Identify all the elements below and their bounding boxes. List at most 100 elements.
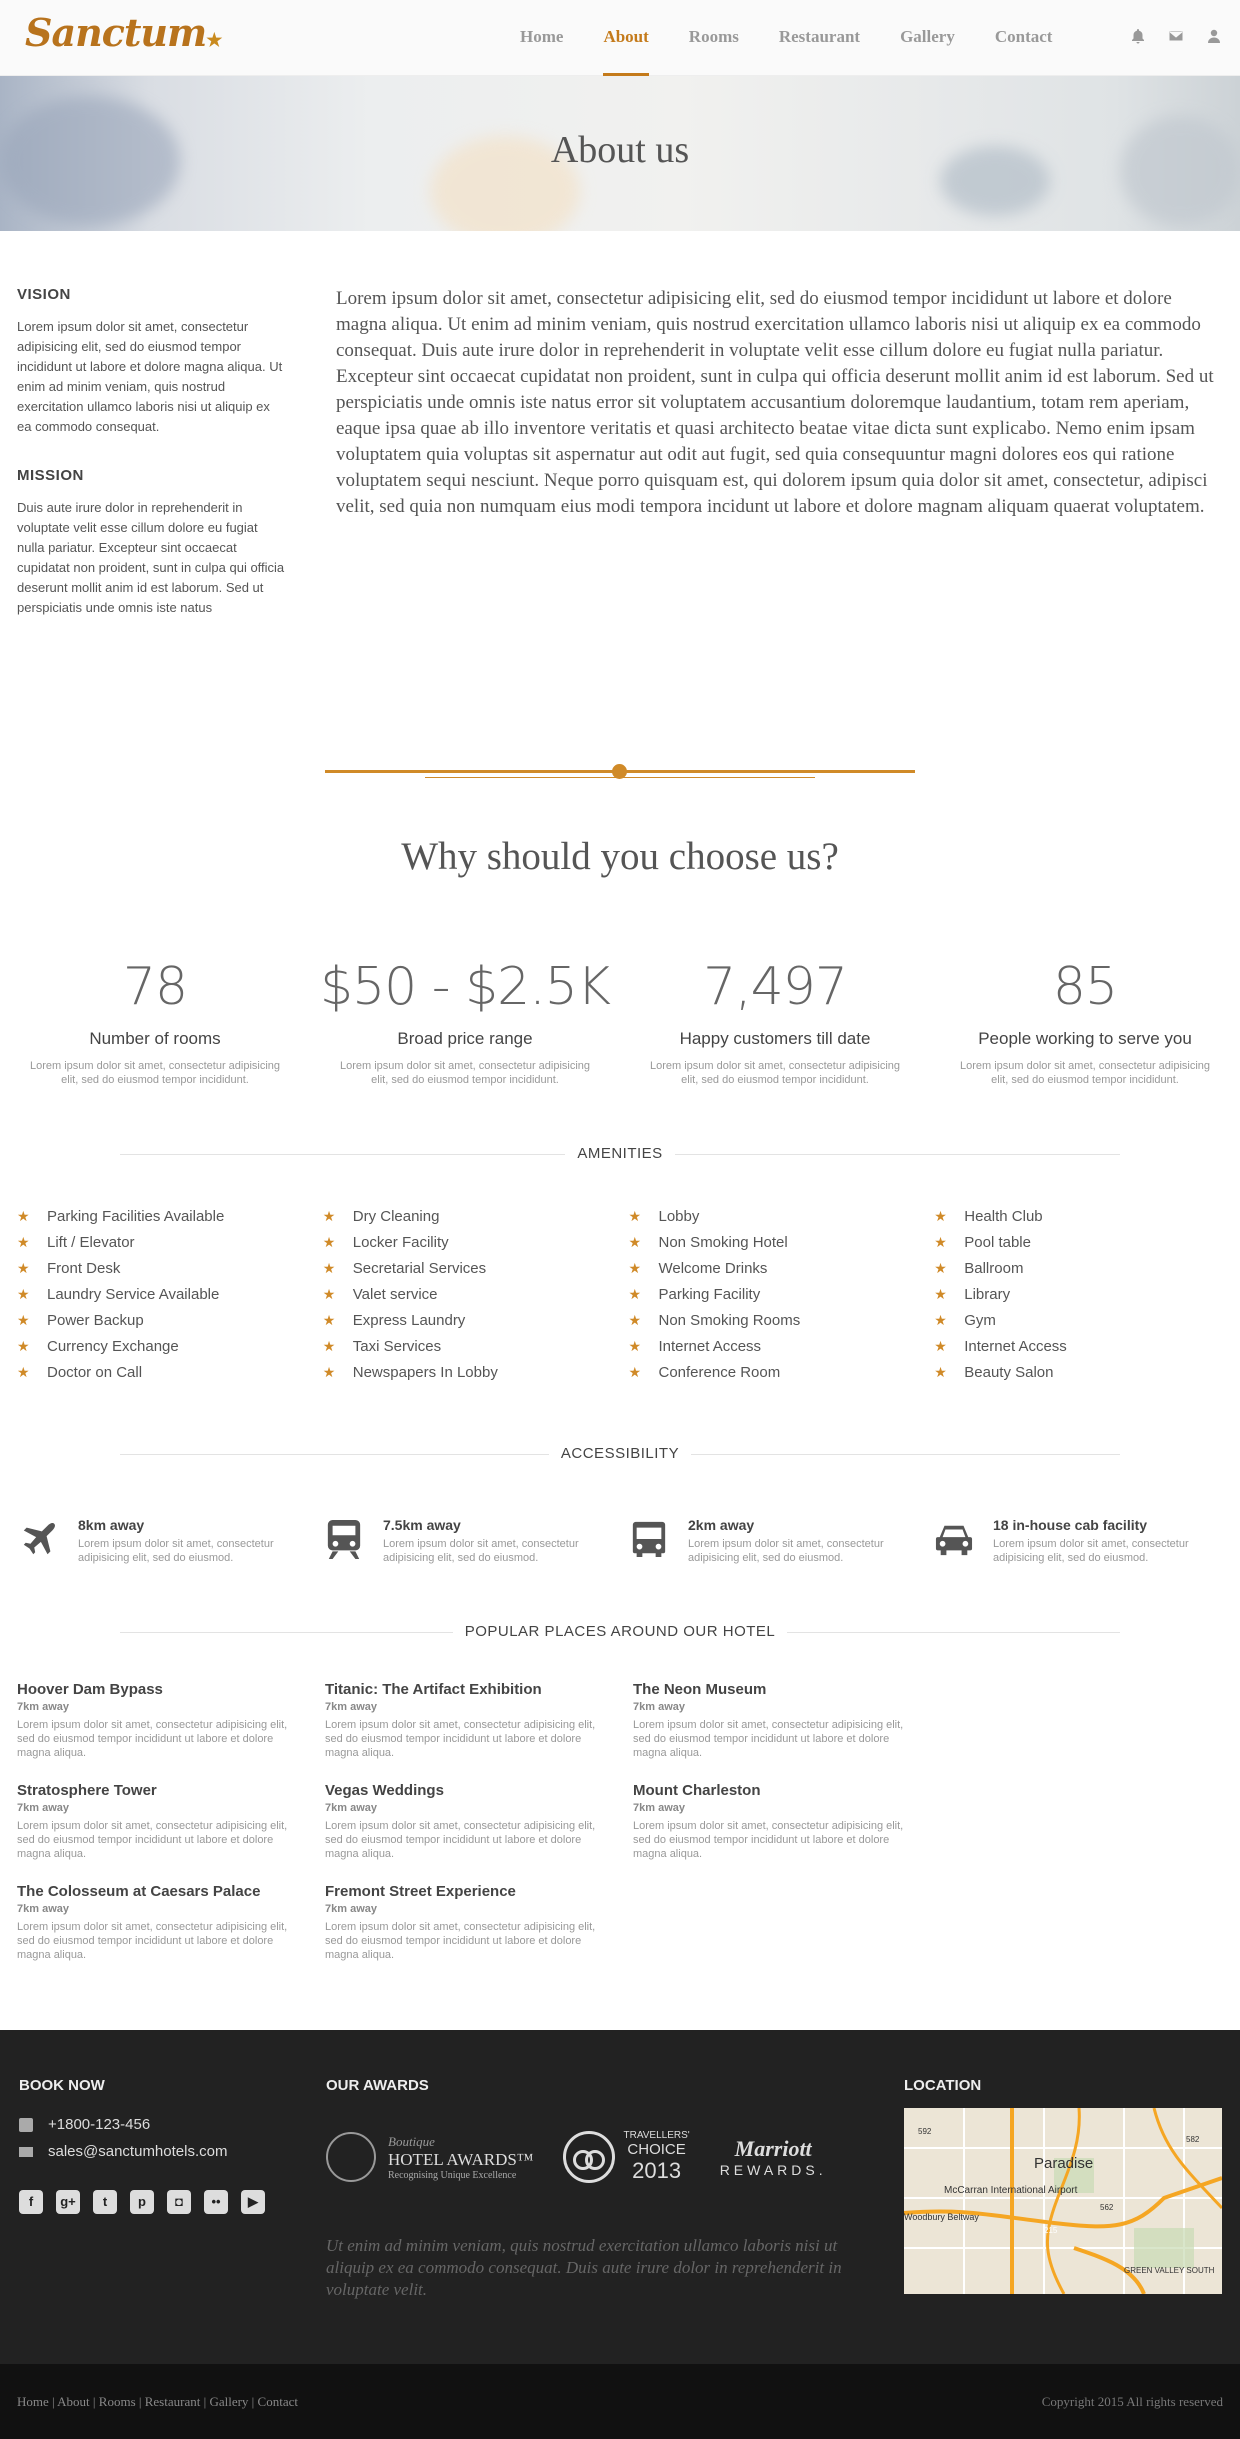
place-card: Titanic: The Artifact Exhibition 7km away… <box>325 1681 633 1760</box>
amenity-label: Doctor on Call <box>47 1363 143 1381</box>
marriott-award-logo: Marriott REWARDS. <box>720 2136 827 2178</box>
place-title[interactable]: Vegas Weddings <box>325 1782 633 1799</box>
menu-item-contact[interactable]: Contact <box>995 0 1053 76</box>
amenity-item: ★ Dry Cleaning <box>323 1203 629 1229</box>
amenity-label: Newspapers In Lobby <box>352 1363 498 1381</box>
google-plus-icon[interactable]: g+ <box>56 2190 80 2214</box>
flickr-icon[interactable]: •• <box>204 2190 228 2214</box>
amenity-item: ★ Lobby <box>629 1203 935 1229</box>
place-title[interactable]: Titanic: The Artifact Exhibition <box>325 1681 633 1698</box>
envelope-icon[interactable] <box>1168 28 1184 44</box>
amenity-item: ★ Conference Room <box>629 1359 935 1385</box>
place-title[interactable]: Hoover Dam Bypass <box>17 1681 325 1698</box>
location-map[interactable]: Paradise McCarran International Airport … <box>904 2108 1222 2294</box>
amenity-label: Library <box>964 1285 1011 1303</box>
star-icon: ★ <box>17 1311 30 1328</box>
map-road-label: 592 <box>918 2127 932 2136</box>
twitter-icon[interactable]: t <box>93 2190 117 2214</box>
place-title[interactable]: The Neon Museum <box>633 1681 941 1698</box>
star-icon: ★ <box>934 1311 947 1328</box>
access-desc: Lorem ipsum dolor sit amet, consectetur … <box>78 1538 274 1564</box>
menu-item-rooms[interactable]: Rooms <box>689 0 739 76</box>
award-line: TRAVELLERS' <box>623 2130 690 2141</box>
amenity-label: Gym <box>964 1311 996 1329</box>
car-icon <box>935 1517 973 1561</box>
place-card: Hoover Dam Bypass 7km away Lorem ipsum dol… <box>17 1681 325 1760</box>
bus-icon <box>630 1517 668 1561</box>
bottom-link-contact[interactable]: Contact <box>258 2394 298 2409</box>
bottom-link-home[interactable]: Home <box>17 2394 49 2409</box>
places-header: POPULAR PLACES AROUND OUR HOTEL <box>120 1623 1120 1643</box>
airplane-icon <box>20 1517 58 1561</box>
place-title[interactable]: The Colosseum at Caesars Palace <box>17 1883 325 1900</box>
star-icon: ★ <box>17 1233 30 1250</box>
menu-item-about[interactable]: About <box>603 0 649 76</box>
amenity-label: Internet Access <box>658 1337 762 1355</box>
amenity-item: ★ Ballroom <box>934 1255 1240 1281</box>
youtube-icon[interactable]: ▶ <box>241 2190 265 2214</box>
pinterest-icon[interactable]: p <box>130 2190 154 2214</box>
amenity-label: Conference Room <box>658 1363 781 1381</box>
amenities-title: AMENITIES <box>565 1145 675 1162</box>
bell-icon[interactable] <box>1130 28 1146 44</box>
about-section: VISION Lorem ipsum dolor sit amet, conse… <box>0 231 1240 648</box>
mission-title: MISSION <box>17 467 84 484</box>
menu-item-home[interactable]: Home <box>520 0 563 76</box>
amenity-label: Health Club <box>964 1207 1043 1225</box>
stat-number: 85 <box>1052 957 1118 1017</box>
amenity-item: ★ Express Laundry <box>323 1307 629 1333</box>
amenity-label: Pool table <box>964 1233 1031 1251</box>
instagram-icon[interactable]: ◘ <box>167 2190 191 2214</box>
menu-item-gallery[interactable]: Gallery <box>900 0 955 76</box>
star-icon: ★ <box>17 1259 30 1276</box>
access-desc: Lorem ipsum dolor sit amet, consectetur … <box>688 1538 884 1564</box>
amenity-label: Ballroom <box>964 1259 1024 1277</box>
map-area-label: GREEN VALLEY SOUTH <box>1124 2266 1215 2275</box>
amenity-item: ★ Library <box>934 1281 1240 1307</box>
amenity-item: ★ Lift / Elevator <box>17 1229 323 1255</box>
map-road-label: 215 <box>1044 2226 1058 2235</box>
amenity-label: Beauty Salon <box>964 1363 1054 1381</box>
facebook-icon[interactable]: f <box>19 2190 43 2214</box>
email-link[interactable]: sales@sanctumhotels.com <box>48 2143 227 2160</box>
bottom-link-restaurant[interactable]: Restaurant <box>145 2394 201 2409</box>
place-title[interactable]: Mount Charleston <box>633 1782 941 1799</box>
amenity-item: ★ Health Club <box>934 1203 1240 1229</box>
place-card: The Colosseum at Caesars Palace 7km away L… <box>17 1883 325 1962</box>
place-title[interactable]: Fremont Street Experience <box>325 1883 633 1900</box>
tripadvisor-award-logo: TRAVELLERS' CHOICE 2013 <box>563 2130 690 2184</box>
place-dist: 7km away <box>325 1701 377 1713</box>
amenities-column: ★ Dry Cleaning ★ Locker Facility ★ Secretaria… <box>323 1203 629 1385</box>
user-icon[interactable] <box>1206 28 1222 44</box>
place-title[interactable]: Stratosphere Tower <box>17 1782 325 1799</box>
star-icon: ★ <box>322 1363 336 1380</box>
phone-number[interactable]: +1800-123-456 <box>48 2116 150 2133</box>
place-dist: 7km away <box>325 1802 377 1814</box>
place-dist: 7km away <box>17 1701 69 1713</box>
menu-item-restaurant[interactable]: Restaurant <box>779 0 860 76</box>
access-title: 7.5km away <box>383 1517 461 1533</box>
mission-text: Duis aute irure dolor in reprehenderit i… <box>17 500 285 615</box>
amenity-item: ★ Currency Exchange <box>17 1333 323 1359</box>
hero-banner: About us <box>0 76 1240 231</box>
star-icon: ★ <box>17 1285 30 1302</box>
amenity-label: Lift / Elevator <box>47 1233 135 1251</box>
bottom-link-about[interactable]: About <box>57 2394 90 2409</box>
footer-quote: Ut enim ad minim veniam, quis nostrud ex… <box>326 2236 842 2299</box>
brand-logo[interactable]: Sanctum★ <box>25 10 222 55</box>
bottom-link-rooms[interactable]: Rooms <box>99 2394 136 2409</box>
amenities-column: ★ Lobby ★ Non Smoking Hotel ★ Welcome Drinks ★… <box>629 1203 935 1385</box>
amenity-label: Non Smoking Rooms <box>658 1311 801 1329</box>
ornament-divider <box>325 756 915 786</box>
contact-info: +1800-123-456 sales@sanctumhotels.com <box>19 2116 227 2170</box>
access-title: 2km away <box>688 1517 755 1533</box>
place-dist: 7km away <box>633 1701 685 1713</box>
about-main-text: Lorem ipsum dolor sit amet, consectetur … <box>336 288 1214 517</box>
bottom-link-gallery[interactable]: Gallery <box>209 2394 248 2409</box>
phone-icon <box>19 2117 33 2132</box>
amenity-label: Parking Facility <box>658 1285 761 1303</box>
boutique-award-logo: Boutique HOTEL AWARDS™ Recognising Uniqu… <box>326 2132 533 2182</box>
stat-card: 78 Number of rooms Lorem ipsum dolor sit… <box>0 957 310 1087</box>
stat-number: $50 - $2.5K <box>320 957 611 1017</box>
place-desc: Lorem ipsum dolor sit amet, consectetur … <box>17 1921 288 1961</box>
